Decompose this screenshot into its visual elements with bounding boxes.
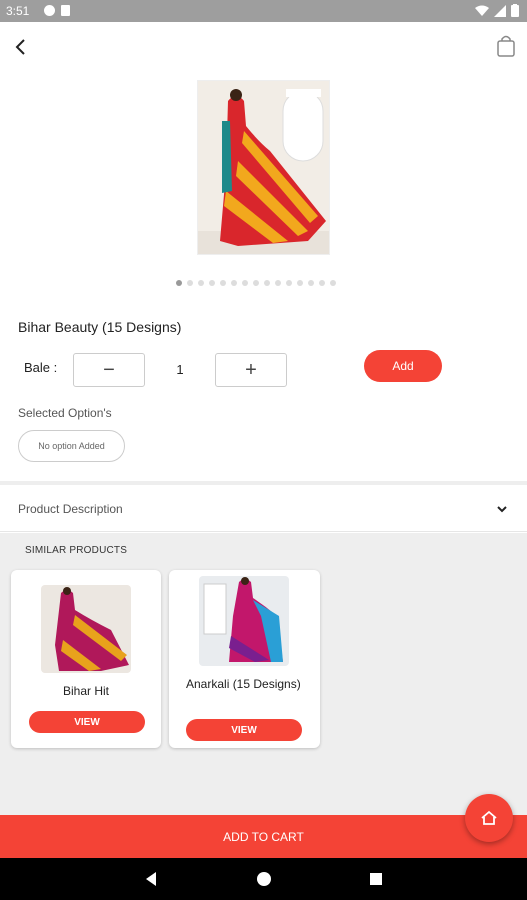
- similar-products-title: SIMILAR PRODUCTS: [25, 545, 128, 556]
- shopping-bag-icon[interactable]: [495, 34, 517, 58]
- nav-recents-icon[interactable]: [370, 873, 382, 885]
- view-button[interactable]: VIEW: [29, 711, 145, 733]
- view-button[interactable]: VIEW: [186, 719, 302, 741]
- product-name: Bihar Hit: [62, 684, 109, 698]
- add-to-cart-button[interactable]: ADD TO CART: [0, 815, 527, 858]
- nav-home-icon[interactable]: [257, 872, 271, 886]
- pager-dot[interactable]: [297, 280, 303, 286]
- pager-dot[interactable]: [330, 280, 336, 286]
- signal-icon: [494, 4, 506, 17]
- pager-dot[interactable]: [308, 280, 314, 286]
- status-time: 3:51: [6, 4, 30, 18]
- product-description-label: Product Description: [18, 502, 123, 516]
- pager-dot[interactable]: [319, 280, 325, 286]
- pager-dot[interactable]: [176, 280, 182, 286]
- pager-dot[interactable]: [231, 280, 237, 286]
- notification-icon: [44, 5, 55, 16]
- product-description-toggle[interactable]: Product Description: [0, 485, 527, 532]
- pager-dot[interactable]: [220, 280, 226, 286]
- quantity-value: 1: [176, 362, 184, 377]
- chevron-down-icon: [497, 506, 507, 513]
- pager-dot[interactable]: [286, 280, 292, 286]
- decrement-button[interactable]: −: [73, 353, 145, 387]
- image-pager[interactable]: [176, 280, 336, 286]
- pager-dot[interactable]: [187, 280, 193, 286]
- sim-card-icon: [61, 5, 70, 16]
- system-navigation-bar: [0, 858, 527, 900]
- pager-dot[interactable]: [242, 280, 248, 286]
- notification-icons: [44, 5, 70, 16]
- option-chip: No option Added: [18, 430, 125, 462]
- status-bar: 3:51: [0, 0, 527, 22]
- system-icons: [475, 4, 519, 17]
- top-app-bar: [0, 22, 527, 72]
- back-arrow-icon[interactable]: [10, 34, 36, 60]
- product-thumbnail[interactable]: [199, 576, 289, 666]
- add-button[interactable]: Add: [364, 350, 442, 382]
- pager-dot[interactable]: [264, 280, 270, 286]
- pager-dot[interactable]: [253, 280, 259, 286]
- product-title: Bihar Beauty (15 Designs): [18, 319, 182, 335]
- product-card[interactable]: Anarkali (15 Designs) VIEW: [169, 570, 320, 748]
- bale-label: Bale :: [24, 360, 58, 375]
- product-name: Anarkali (15 Designs): [186, 677, 301, 691]
- nav-back-icon[interactable]: [144, 871, 158, 887]
- pager-dot[interactable]: [209, 280, 215, 286]
- product-thumbnail[interactable]: [41, 585, 131, 673]
- home-fab[interactable]: [465, 794, 513, 842]
- battery-icon: [511, 4, 519, 17]
- product-image[interactable]: [197, 80, 330, 255]
- similar-products-section: SIMILAR PRODUCTS Bihar Hit VIEW Anarkali…: [0, 533, 527, 815]
- pager-dot[interactable]: [198, 280, 204, 286]
- selected-options-label: Selected Option's: [18, 406, 112, 420]
- wifi-icon: [475, 5, 489, 16]
- home-icon: [481, 810, 497, 825]
- product-card[interactable]: Bihar Hit VIEW: [11, 570, 161, 748]
- pager-dot[interactable]: [275, 280, 281, 286]
- increment-button[interactable]: +: [215, 353, 287, 387]
